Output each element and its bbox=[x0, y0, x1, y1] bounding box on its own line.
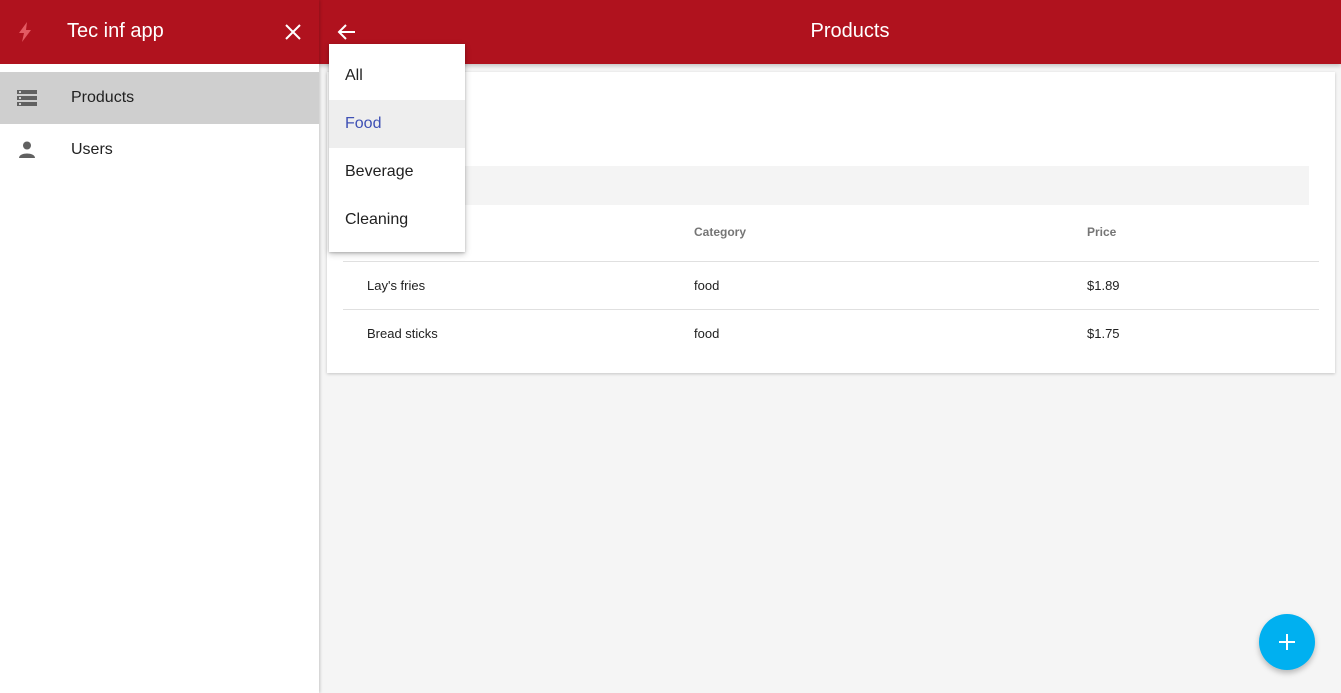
close-icon[interactable] bbox=[283, 22, 303, 42]
table-row[interactable]: Bread sticks food $1.75 bbox=[343, 310, 1319, 357]
plus-icon bbox=[1279, 634, 1295, 650]
menu-item-food[interactable]: Food bbox=[329, 100, 465, 148]
menu-item-cleaning[interactable]: Cleaning bbox=[329, 196, 465, 244]
sidebar-item-products[interactable]: Products bbox=[0, 72, 319, 124]
list-icon bbox=[17, 90, 37, 106]
search-field[interactable] bbox=[465, 166, 1309, 205]
app-title: Tec inf app bbox=[67, 20, 164, 42]
menu-item-all[interactable]: All bbox=[329, 52, 465, 100]
cell-category: food bbox=[694, 278, 720, 293]
sidebar-item-label: Products bbox=[71, 89, 135, 106]
products-card: Category Price Lay's fries food $1.89 Br… bbox=[327, 72, 1335, 373]
cell-price: $1.89 bbox=[1087, 278, 1120, 293]
menu-item-beverage[interactable]: Beverage bbox=[329, 148, 465, 196]
add-product-button[interactable] bbox=[1259, 614, 1315, 670]
cell-name: Bread sticks bbox=[367, 326, 438, 341]
page-title: Products bbox=[810, 20, 890, 42]
cell-name: Lay's fries bbox=[367, 278, 426, 293]
sidebar-item-users[interactable]: Users bbox=[0, 124, 319, 176]
category-filter-menu: All Food Beverage Cleaning bbox=[329, 44, 465, 252]
column-header-price[interactable]: Price bbox=[1087, 225, 1116, 239]
table-header: Category Price bbox=[343, 213, 1319, 262]
drawer-header: Tec inf app bbox=[0, 0, 319, 64]
cell-price: $1.75 bbox=[1087, 326, 1120, 341]
nav-list: Products Users bbox=[0, 72, 319, 176]
sidebar-item-label: Users bbox=[71, 141, 113, 158]
column-header-category[interactable]: Category bbox=[694, 225, 746, 239]
app-bar: Products bbox=[319, 0, 1341, 64]
navigation-drawer: Tec inf app Products Users bbox=[0, 0, 319, 693]
products-table: Category Price Lay's fries food $1.89 Br… bbox=[343, 213, 1319, 357]
table-row[interactable]: Lay's fries food $1.89 bbox=[343, 262, 1319, 310]
cell-category: food bbox=[694, 326, 720, 341]
person-icon bbox=[19, 141, 35, 158]
bolt-icon bbox=[19, 22, 31, 42]
